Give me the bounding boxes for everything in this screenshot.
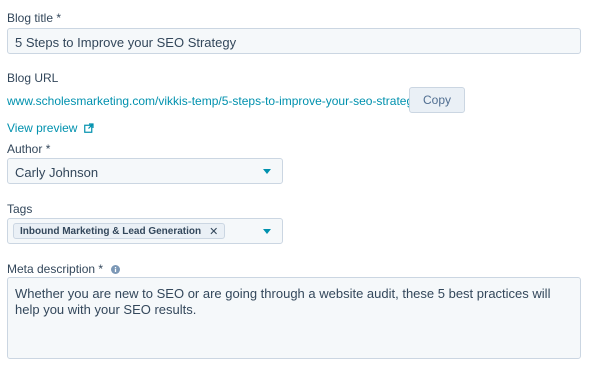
author-select[interactable]: Carly Johnson: [7, 158, 283, 184]
tag-chip: Inbound Marketing & Lead Generation ✕: [13, 223, 226, 239]
meta-description-label: Meta description *: [7, 262, 104, 276]
meta-description-value: Whether you are new to SEO or are going …: [15, 286, 551, 317]
meta-description-label-row: Meta description *: [7, 262, 121, 277]
blog-title-value: 5 Steps to Improve your SEO Strategy: [15, 35, 237, 50]
blog-url-link[interactable]: www.scholesmarketing.com/vikkis-temp/5-s…: [7, 94, 419, 108]
chevron-down-icon: [263, 169, 271, 174]
tag-chip-label: Inbound Marketing & Lead Generation: [20, 225, 202, 237]
author-value: Carly Johnson: [15, 165, 99, 180]
blog-title-label: Blog title *: [7, 11, 62, 25]
close-icon[interactable]: ✕: [209, 225, 218, 238]
blog-url-label: Blog URL: [7, 71, 59, 85]
view-preview-text: View preview: [7, 121, 78, 135]
blog-title-input[interactable]: 5 Steps to Improve your SEO Strategy: [7, 28, 581, 54]
blog-url-row: www.scholesmarketing.com/vikkis-temp/5-s…: [7, 94, 437, 109]
external-link-icon: [83, 122, 94, 136]
chevron-down-icon: [263, 229, 271, 234]
author-label: Author *: [7, 142, 51, 156]
copy-button[interactable]: Copy: [409, 87, 465, 113]
meta-description-textarea[interactable]: Whether you are new to SEO or are going …: [7, 277, 581, 359]
info-icon[interactable]: [111, 263, 121, 277]
tags-label: Tags: [7, 202, 33, 216]
view-preview-link[interactable]: View preview: [7, 121, 94, 136]
